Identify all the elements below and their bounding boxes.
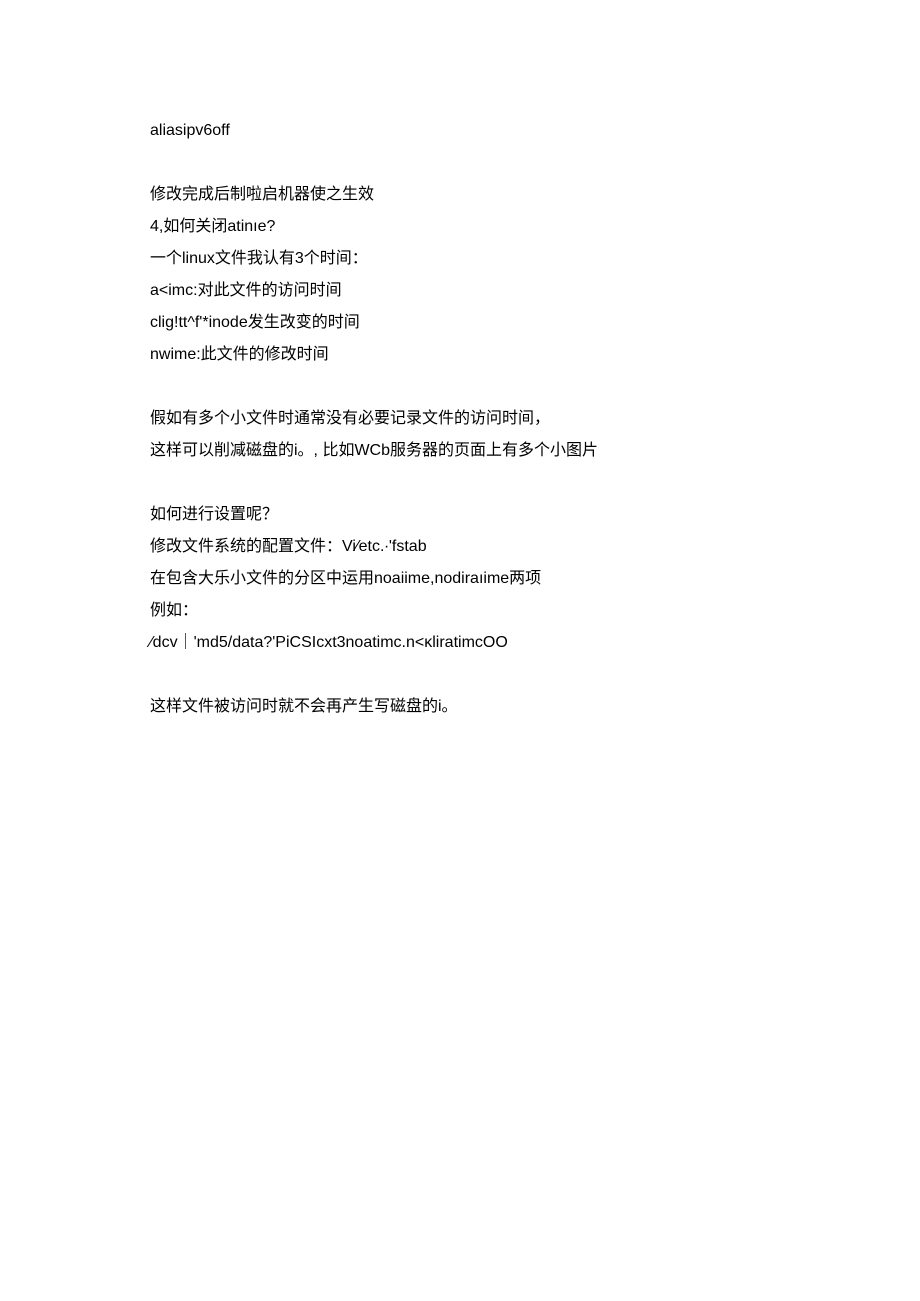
document-content: aliasipv6off 修改完成后制啦启机器使之生效 4,如何关闭atinıe… [150, 115, 770, 723]
text-line: 在包含大乐小文件的分区中运用noaiime,nodiraıime两项 [150, 563, 770, 595]
text-line: clig!tt^f'*inode发生改变的时间 [150, 307, 770, 339]
text-line: 这样可以削减磁盘的i。, 比如WCb服务器的页面上有多个小图片 [150, 435, 770, 467]
text-line: 如何进行设置呢？ [150, 499, 770, 531]
text-line: 4,如何关闭atinıe? [150, 211, 770, 243]
text-line: 例如： [150, 595, 770, 627]
paragraph-5: 这样文件被访问时就不会再产生写磁盘的i。 [150, 691, 770, 723]
paragraph-2: 修改完成后制啦启机器使之生效 4,如何关闭atinıe? 一个linux文件我认… [150, 179, 770, 371]
text-line: nwime:此文件的修改时间 [150, 339, 770, 371]
text-line: 这样文件被访问时就不会再产生写磁盘的i。 [150, 691, 770, 723]
paragraph-4: 如何进行设置呢？ 修改文件系统的配置文件：Vi∕etc.∙'fstab 在包含大… [150, 499, 770, 659]
text-line: aliasipv6off [150, 115, 770, 147]
text-line: 假如有多个小文件时通常没有必要记录文件的访问时间， [150, 403, 770, 435]
text-line: 一个linux文件我认有3个时间： [150, 243, 770, 275]
text-line: 修改完成后制啦启机器使之生效 [150, 179, 770, 211]
text-line: 修改文件系统的配置文件：Vi∕etc.∙'fstab [150, 531, 770, 563]
text-line: a<imc:对此文件的访问时间 [150, 275, 770, 307]
text-line: ∕dcv｜'md5/data?'PiCSIcxt3noatimc.n<κlira… [150, 627, 770, 659]
paragraph-3: 假如有多个小文件时通常没有必要记录文件的访问时间， 这样可以削减磁盘的i。, 比… [150, 403, 770, 467]
paragraph-1: aliasipv6off [150, 115, 770, 147]
